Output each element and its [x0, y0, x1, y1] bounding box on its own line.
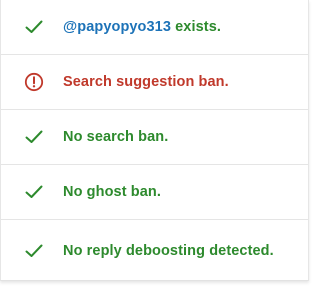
result-row-account-exists: @papyopyo313 exists. — [1, 0, 308, 55]
result-label: No ghost ban. — [63, 184, 161, 200]
result-label: No search ban. — [63, 129, 169, 145]
result-label: exists. — [171, 19, 221, 35]
alert-circle-icon — [23, 71, 45, 93]
result-label: Search suggestion ban. — [63, 74, 229, 90]
result-label: No reply deboosting detected. — [63, 242, 274, 259]
checkmark-icon — [23, 16, 45, 38]
result-row-search-ban: No search ban. — [1, 110, 308, 165]
result-row-ghost-ban: No ghost ban. — [1, 165, 308, 220]
checkmark-icon — [23, 240, 45, 262]
checkmark-icon — [23, 181, 45, 203]
result-row-reply-deboosting: No reply deboosting detected. — [1, 220, 308, 281]
result-text: @papyopyo313 exists. — [63, 19, 221, 35]
result-row-search-suggestion-ban: Search suggestion ban. — [1, 55, 308, 110]
results-panel: @papyopyo313 exists. Search suggestion b… — [0, 0, 309, 281]
account-handle-link[interactable]: @papyopyo313 — [63, 19, 171, 35]
checkmark-icon — [23, 126, 45, 148]
